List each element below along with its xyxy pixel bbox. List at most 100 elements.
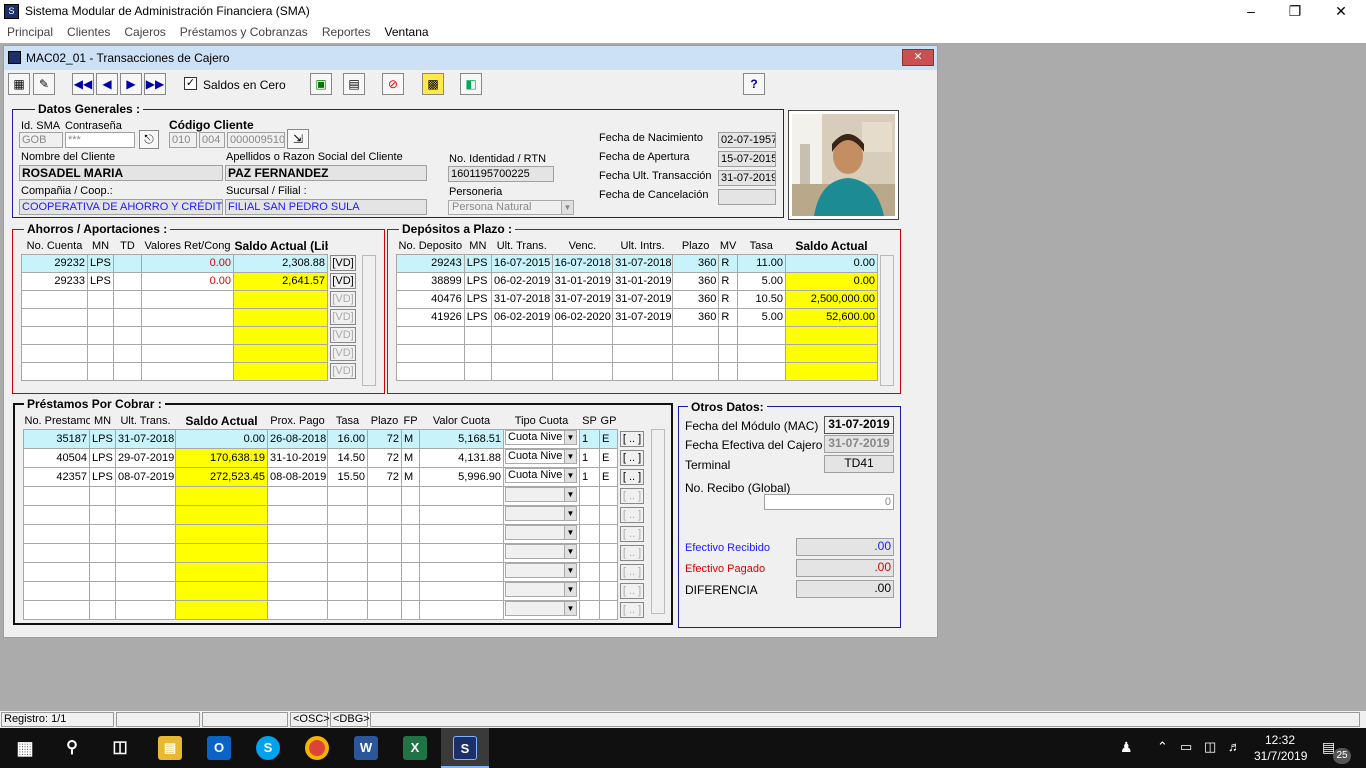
valores-cell[interactable] [141, 361, 234, 381]
sp-cell[interactable] [579, 504, 600, 525]
tipo-cuota-select[interactable]: Cuota Nive ▼ [505, 430, 577, 445]
prestamo-cell[interactable] [23, 485, 90, 506]
vd-button[interactable]: [VD] [330, 363, 356, 379]
deposito-cell[interactable] [396, 325, 465, 345]
prestamo-cell[interactable] [23, 504, 90, 525]
plazo-cell[interactable]: 360 [671, 253, 720, 273]
saldo-cell[interactable]: 2,308.88 [233, 253, 328, 273]
tasa-cell[interactable] [327, 599, 368, 620]
sp-cell[interactable]: 1 [579, 447, 600, 468]
ahorros-row[interactable]: [VD] [21, 361, 360, 381]
mn-cell[interactable] [87, 325, 114, 345]
saldo-cell[interactable]: 0.00 [785, 253, 878, 273]
ult-trans-cell[interactable]: 29-07-2019 [115, 447, 176, 468]
prox-pago-cell[interactable]: 08-08-2019 [267, 466, 328, 487]
print-icon[interactable]: ▤ [343, 73, 365, 95]
detail-button[interactable]: [ .. ] [620, 563, 644, 580]
search-icon[interactable]: ⚲ [60, 736, 84, 760]
deposito-cell[interactable] [396, 343, 465, 363]
cuenta-cell[interactable] [21, 361, 88, 381]
screen-icon[interactable]: ▣ [310, 73, 332, 95]
saldo-cell[interactable] [233, 307, 328, 327]
terminal-field[interactable]: TD41 [824, 455, 894, 473]
venc-cell[interactable]: 06-02-2020 [551, 307, 614, 327]
saldo-cell[interactable] [175, 542, 268, 563]
ult-intrs-cell[interactable] [612, 343, 673, 363]
saldo-cell[interactable] [175, 561, 268, 582]
gp-cell[interactable]: E [599, 447, 618, 468]
valores-cell[interactable] [141, 343, 234, 363]
ult-trans-cell[interactable] [490, 343, 553, 363]
mv-cell[interactable]: R [718, 253, 738, 273]
gp-cell[interactable] [599, 561, 618, 582]
gp-cell[interactable] [599, 485, 618, 506]
cuenta-cell[interactable]: 29233 [21, 271, 88, 291]
gp-cell[interactable]: E [599, 466, 618, 487]
fp-cell[interactable] [401, 561, 420, 582]
venc-cell[interactable]: 31-07-2019 [551, 289, 614, 309]
prox-pago-cell[interactable] [267, 580, 328, 601]
id-sma-field[interactable]: GOB [19, 132, 63, 148]
outlook-icon[interactable]: O [207, 736, 231, 760]
mn-cell[interactable] [89, 523, 116, 544]
vd-button[interactable]: [VD] [330, 327, 356, 343]
tipo-cuota-select[interactable]: ▼ [505, 563, 577, 578]
fp-cell[interactable] [401, 523, 420, 544]
window-close-button[interactable]: ✕ [902, 49, 934, 66]
cuenta-cell[interactable] [21, 325, 88, 345]
sp-cell[interactable] [579, 561, 600, 582]
fp-cell[interactable] [401, 580, 420, 601]
venc-cell[interactable] [551, 325, 614, 345]
last-record-icon[interactable]: ▶▶ [144, 73, 166, 95]
plazo-cell[interactable]: 360 [671, 271, 720, 291]
plazo-cell[interactable] [367, 561, 402, 582]
efectivo-recibido-field[interactable]: .00 [796, 538, 894, 556]
tray-expand-icon[interactable]: ⌃ [1157, 739, 1168, 755]
maximize-button[interactable]: ❐ [1272, 0, 1318, 23]
td-cell[interactable] [113, 289, 142, 309]
mn-cell[interactable] [87, 307, 114, 327]
tasa-cell[interactable]: 10.50 [736, 289, 786, 309]
saldo-cell[interactable] [233, 325, 328, 345]
prox-pago-cell[interactable]: 26-08-2018 [267, 428, 328, 449]
tasa-cell[interactable] [327, 580, 368, 601]
gp-cell[interactable] [599, 523, 618, 544]
mn-cell[interactable] [463, 325, 492, 345]
ahorros-row[interactable]: [VD] [21, 289, 360, 309]
ult-trans-cell[interactable] [115, 561, 176, 582]
cuenta-cell[interactable] [21, 343, 88, 363]
mn-cell[interactable]: LPS [463, 289, 492, 309]
tipo-cuota-select[interactable]: ▼ [505, 601, 577, 616]
depositos-row[interactable]: 40476 LPS 31-07-2018 31-07-2019 31-07-2019 36… [396, 289, 878, 309]
valor-cuota-cell[interactable] [419, 561, 504, 582]
saldo-cell[interactable] [233, 343, 328, 363]
deposito-cell[interactable] [396, 361, 465, 381]
ult-trans-cell[interactable] [115, 485, 176, 506]
mn-cell[interactable] [87, 361, 114, 381]
saldo-cell[interactable]: 272,523.45 [175, 466, 268, 487]
valor-cuota-cell[interactable]: 4,131.88 [419, 447, 504, 468]
mn-cell[interactable]: LPS [89, 428, 116, 449]
tasa-cell[interactable]: 14.50 [327, 447, 368, 468]
depositos-row[interactable] [396, 361, 878, 381]
prestamo-cell[interactable] [23, 599, 90, 620]
menu-ventana[interactable]: Ventana [378, 23, 436, 39]
saldo-cell[interactable]: 2,641.57 [233, 271, 328, 291]
tasa-cell[interactable] [327, 523, 368, 544]
saldo-cell[interactable]: 170,638.19 [175, 447, 268, 468]
plazo-cell[interactable] [367, 580, 402, 601]
mn-cell[interactable] [89, 580, 116, 601]
minimize-button[interactable]: – [1228, 0, 1274, 23]
td-cell[interactable] [113, 325, 142, 345]
depositos-row[interactable]: 38899 LPS 06-02-2019 31-01-2019 31-01-2019 36… [396, 271, 878, 291]
personeria-select[interactable]: Persona Natural ▼ [448, 200, 574, 215]
ult-trans-cell[interactable] [115, 504, 176, 525]
sp-cell[interactable]: 1 [579, 428, 600, 449]
valor-cuota-cell[interactable]: 5,996.90 [419, 466, 504, 487]
prestamo-cell[interactable] [23, 523, 90, 544]
mn-cell[interactable]: LPS [463, 307, 492, 327]
valor-cuota-cell[interactable] [419, 504, 504, 525]
compania-field[interactable]: COOPERATIVA DE AHORRO Y CRÉDITO [19, 199, 223, 215]
td-cell[interactable] [113, 253, 142, 273]
gp-cell[interactable]: E [599, 428, 618, 449]
